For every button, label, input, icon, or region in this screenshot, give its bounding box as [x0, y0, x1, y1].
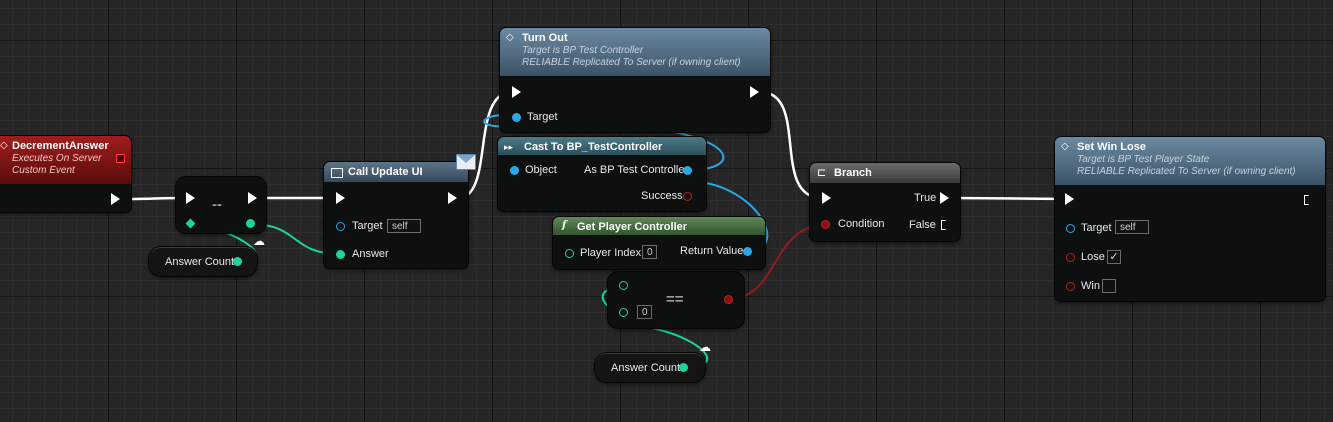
operator-label: -- — [212, 196, 222, 213]
exec-in-pin[interactable] — [512, 86, 521, 98]
target-label: Target — [1081, 222, 1112, 234]
variable-label: Answer Count — [611, 362, 681, 374]
int-out-pin[interactable] — [246, 219, 255, 228]
success-pin[interactable] — [683, 192, 692, 201]
call-update-ui-node[interactable]: Call Update UI Target self Answer — [324, 162, 468, 268]
equal-operator-node[interactable]: 0 == — [608, 272, 744, 328]
target-self-field[interactable]: self — [387, 219, 421, 233]
decrement-operator-node[interactable]: -- — [176, 177, 266, 233]
node-subtitle: Target is BP Test Player State — [1077, 154, 1210, 165]
exec-in-pin[interactable] — [186, 192, 195, 204]
exec-out-pin[interactable] — [1304, 195, 1312, 205]
return-value-pin[interactable] — [743, 247, 752, 256]
set-win-lose-node[interactable]: ◇ Set Win Lose Target is BP Test Player … — [1055, 137, 1325, 301]
target-pin[interactable] — [1066, 224, 1075, 233]
win-label: Win — [1081, 280, 1100, 292]
get-player-controller-node[interactable]: f Get Player Controller Player Index 0 R… — [553, 217, 765, 269]
int-out-pin[interactable] — [233, 257, 242, 266]
int-out-pin[interactable] — [679, 363, 688, 372]
node-title: Cast To BP_TestController — [524, 141, 663, 153]
exec-out-pin[interactable] — [750, 86, 759, 98]
exec-wire — [951, 196, 1069, 201]
bool-out-pin[interactable] — [724, 295, 733, 304]
node-title: Get Player Controller — [577, 221, 688, 233]
node-header: Call Update UI — [324, 162, 468, 182]
win-pin[interactable] — [1066, 282, 1075, 291]
win-checkbox[interactable] — [1102, 279, 1116, 293]
node-subtitle: Target is BP Test Controller — [522, 45, 644, 56]
operator-label: == — [666, 291, 684, 308]
exec-out-pin[interactable] — [111, 193, 120, 205]
int-in-pin-b[interactable] — [619, 308, 628, 317]
exec-in-pin[interactable] — [1065, 193, 1074, 205]
node-header: ⊏ Branch — [810, 163, 960, 183]
condition-pin[interactable] — [821, 220, 830, 229]
node-header: ▸▸ Cast To BP_TestController — [498, 137, 706, 155]
object-pin[interactable] — [510, 166, 519, 175]
envelope-icon — [456, 154, 476, 170]
target-pin[interactable] — [512, 113, 521, 122]
decrement-answer-node[interactable]: ◇ DecrementAnswer Executes On Server Cus… — [0, 136, 131, 212]
false-label: False — [909, 219, 936, 231]
exec-false-pin[interactable] — [941, 220, 949, 230]
exec-in-pin[interactable] — [336, 192, 345, 204]
node-header: f Get Player Controller — [553, 217, 765, 235]
diamond-event-icon: ◇ — [1061, 141, 1069, 152]
int-b-field[interactable]: 0 — [637, 305, 652, 319]
target-self-field[interactable]: self — [1115, 220, 1149, 234]
branch-node[interactable]: ⊏ Branch True Condition False — [810, 163, 960, 241]
turn-out-node[interactable]: ◇ Turn Out Target is BP Test Controller … — [500, 28, 770, 132]
int-in-diamond-pin[interactable] — [185, 218, 196, 229]
object-label: Object — [525, 164, 557, 176]
pure-function-icon: f — [562, 220, 567, 231]
node-subtitle: RELIABLE Replicated To Server (if owning… — [522, 57, 741, 68]
diamond-event-icon: ◇ — [0, 140, 8, 151]
node-title: Branch — [834, 167, 872, 179]
replicated-cloud-icon: ☁ — [699, 340, 711, 354]
node-title: Call Update UI — [348, 166, 423, 178]
answer-label: Answer — [352, 248, 389, 260]
node-header: ◇ Turn Out Target is BP Test Controller … — [500, 28, 770, 76]
exec-in-pin[interactable] — [822, 192, 831, 204]
target-label: Target — [352, 220, 383, 232]
node-title: Turn Out — [522, 32, 568, 44]
return-value-label: Return Value — [680, 245, 744, 257]
cast-arrow-icon: ▸▸ — [504, 142, 514, 152]
node-subtitle: Custom Event — [12, 165, 75, 176]
exec-out-pin[interactable] — [248, 192, 257, 204]
target-pin[interactable] — [336, 222, 345, 231]
answer-pin[interactable] — [336, 250, 345, 259]
function-icon — [331, 168, 343, 178]
node-subtitle: RELIABLE Replicated To Server (if owning… — [1077, 166, 1296, 177]
cast-to-node[interactable]: ▸▸ Cast To BP_TestController Object As B… — [498, 137, 706, 211]
success-label: Success — [641, 190, 683, 202]
exec-true-pin[interactable] — [940, 192, 949, 204]
node-header: ◇ Set Win Lose Target is BP Test Player … — [1055, 137, 1325, 185]
node-title: DecrementAnswer — [12, 140, 109, 152]
player-index-pin[interactable] — [565, 249, 574, 258]
node-title: Set Win Lose — [1077, 141, 1146, 153]
replicated-cloud-icon: ☁ — [253, 234, 265, 248]
diamond-event-icon: ◇ — [506, 32, 514, 43]
node-header: ◇ DecrementAnswer Executes On Server Cus… — [0, 136, 131, 184]
node-subtitle: Executes On Server — [12, 153, 102, 164]
int-in-pin-a[interactable] — [619, 281, 628, 290]
replicated-square-icon — [116, 154, 125, 163]
lose-pin[interactable] — [1066, 253, 1075, 262]
exec-out-pin[interactable] — [448, 192, 457, 204]
answer-count-variable-node[interactable]: Answer Count — [595, 353, 705, 382]
condition-label: Condition — [838, 218, 885, 230]
answer-count-variable-node[interactable]: Answer Count — [149, 247, 257, 276]
as-pin[interactable] — [683, 166, 692, 175]
target-label: Target — [527, 111, 558, 123]
as-label: As BP Test Controller — [584, 164, 689, 176]
true-label: True — [914, 192, 937, 204]
branch-icon: ⊏ — [817, 167, 827, 179]
player-index-label: Player Index — [580, 247, 642, 259]
lose-label: Lose — [1081, 251, 1105, 263]
variable-label: Answer Count — [165, 256, 235, 268]
player-index-field[interactable]: 0 — [642, 245, 657, 259]
lose-checkbox[interactable]: ✓ — [1107, 250, 1121, 264]
